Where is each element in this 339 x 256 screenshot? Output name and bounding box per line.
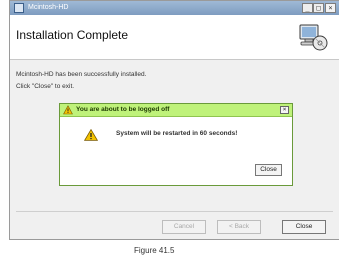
computer-disk-icon	[299, 24, 328, 51]
close-button[interactable]: Close	[282, 220, 326, 234]
install-success-text: Mcintosh-HD has been successfully instal…	[16, 71, 147, 78]
installer-header: Installation Complete	[10, 15, 339, 60]
page-title: Installation Complete	[16, 28, 129, 42]
dialog-close-button[interactable]: Close	[255, 164, 282, 176]
restart-warning-message: System will be restarted in 60 seconds!	[116, 130, 238, 137]
dialog-title: You are about to be logged off	[76, 106, 170, 113]
window-titlebar[interactable]: Mcintosh-HD _ □ ×	[10, 1, 339, 15]
dialog-close-icon[interactable]: ×	[280, 106, 289, 114]
window-title: Mcintosh-HD	[28, 4, 69, 11]
logoff-dialog: You are about to be logged off × System …	[59, 103, 293, 186]
installer-window: Mcintosh-HD _ □ × Installation Complete …	[9, 0, 339, 240]
installer-app-icon	[14, 3, 24, 13]
minimize-button[interactable]: _	[302, 3, 313, 13]
close-instruction-text: Click "Close" to exit.	[16, 83, 75, 90]
back-button[interactable]: < Back	[217, 220, 261, 234]
window-close-button[interactable]: ×	[325, 3, 336, 13]
footer-divider	[16, 211, 333, 212]
maximize-button[interactable]: □	[313, 3, 324, 13]
warning-icon	[84, 129, 98, 141]
cancel-button[interactable]: Cancel	[162, 220, 206, 234]
figure-caption: Figure 41.5	[134, 246, 175, 255]
dialog-titlebar[interactable]: You are about to be logged off ×	[60, 104, 292, 117]
warning-icon	[63, 105, 73, 115]
